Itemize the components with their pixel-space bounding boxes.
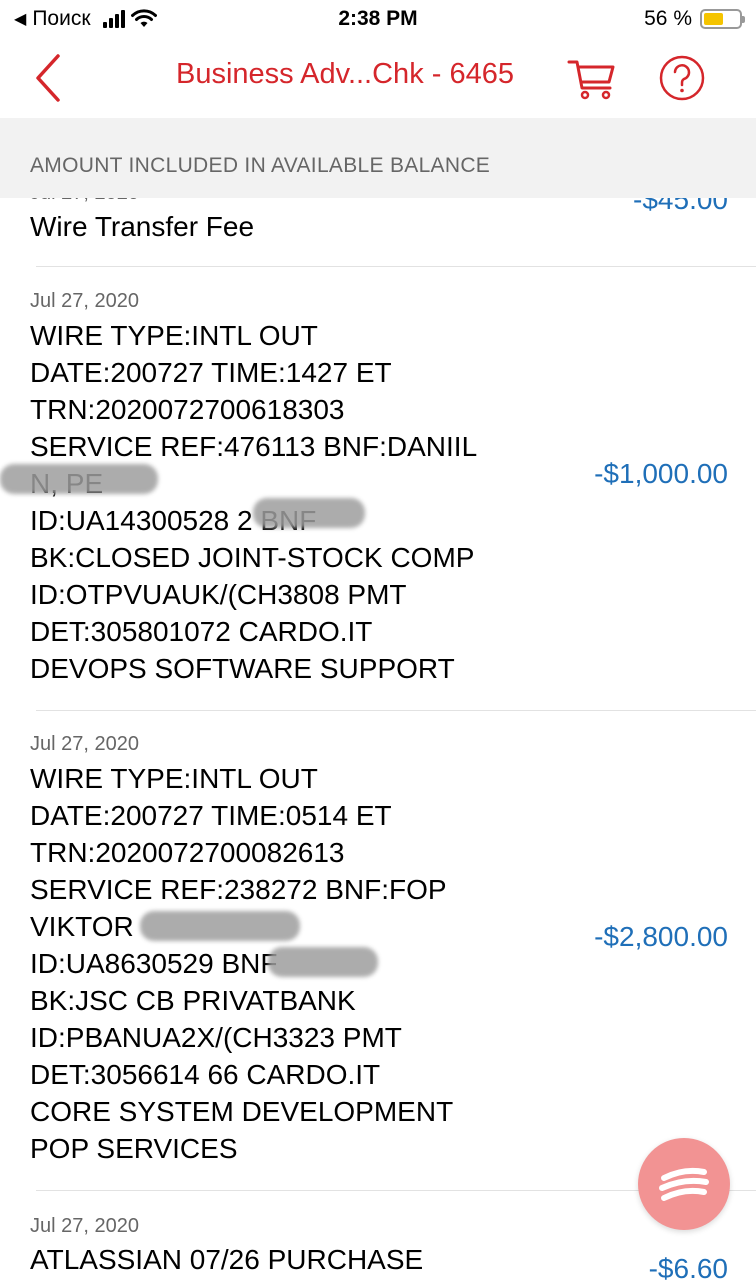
transaction-description: ATLASSIAN 07/26 PURCHASE (30, 1244, 424, 1275)
battery-percent: 56 % (644, 7, 692, 30)
status-bar: ◀ Поиск 2:38 PM 56 % (0, 0, 756, 38)
page-title: Business Adv...Chk - 6465 (176, 58, 514, 90)
transaction-date: Jul 27, 2020 (30, 290, 139, 312)
question-circle-icon[interactable] (658, 54, 706, 102)
redaction-mark (0, 464, 158, 494)
cart-icon[interactable] (566, 56, 618, 100)
transaction-row[interactable]: Jul 27, 2020 WIRE TYPE:INTL OUT DATE:200… (0, 268, 756, 710)
transaction-description: WIRE TYPE:INTL OUT DATE:200727 TIME:1427… (30, 320, 478, 684)
chevron-left-icon[interactable] (30, 52, 70, 104)
assistant-stripes-icon (659, 1167, 709, 1201)
status-right: 56 % (644, 7, 745, 31)
section-header-label: AMOUNT INCLUDED IN AVAILABLE BALANCE (30, 154, 491, 177)
row-divider (36, 266, 756, 267)
transaction-date: Jul 27, 2020 (30, 1215, 139, 1237)
transaction-row[interactable]: Jul 27, 2020 WIRE TYPE:INTL OUT DATE:200… (0, 711, 756, 1191)
transaction-amount: -$2,800.00 (594, 921, 728, 952)
nav-bar: Business Adv...Chk - 6465 (0, 38, 756, 118)
transaction-description: Wire Transfer Fee (30, 211, 255, 242)
transaction-description: WIRE TYPE:INTL OUT DATE:200727 TIME:0514… (30, 763, 454, 1164)
transaction-date: Jul 27, 2020 (30, 733, 139, 755)
redaction-mark (253, 498, 365, 528)
transaction-list[interactable]: Jul 27, 2020 Wire Transfer Fee -$45.00 J… (0, 180, 756, 1280)
section-header: AMOUNT INCLUDED IN AVAILABLE BALANCE (0, 118, 756, 198)
battery-level (704, 13, 724, 25)
assistant-fab-button[interactable] (638, 1138, 730, 1230)
transaction-amount: -$6.60 (648, 1253, 728, 1280)
battery-icon (700, 9, 745, 29)
clock: 2:38 PM (338, 7, 418, 30)
transaction-amount: -$1,000.00 (594, 458, 728, 489)
redaction-mark (268, 947, 378, 977)
redaction-mark (140, 911, 300, 941)
